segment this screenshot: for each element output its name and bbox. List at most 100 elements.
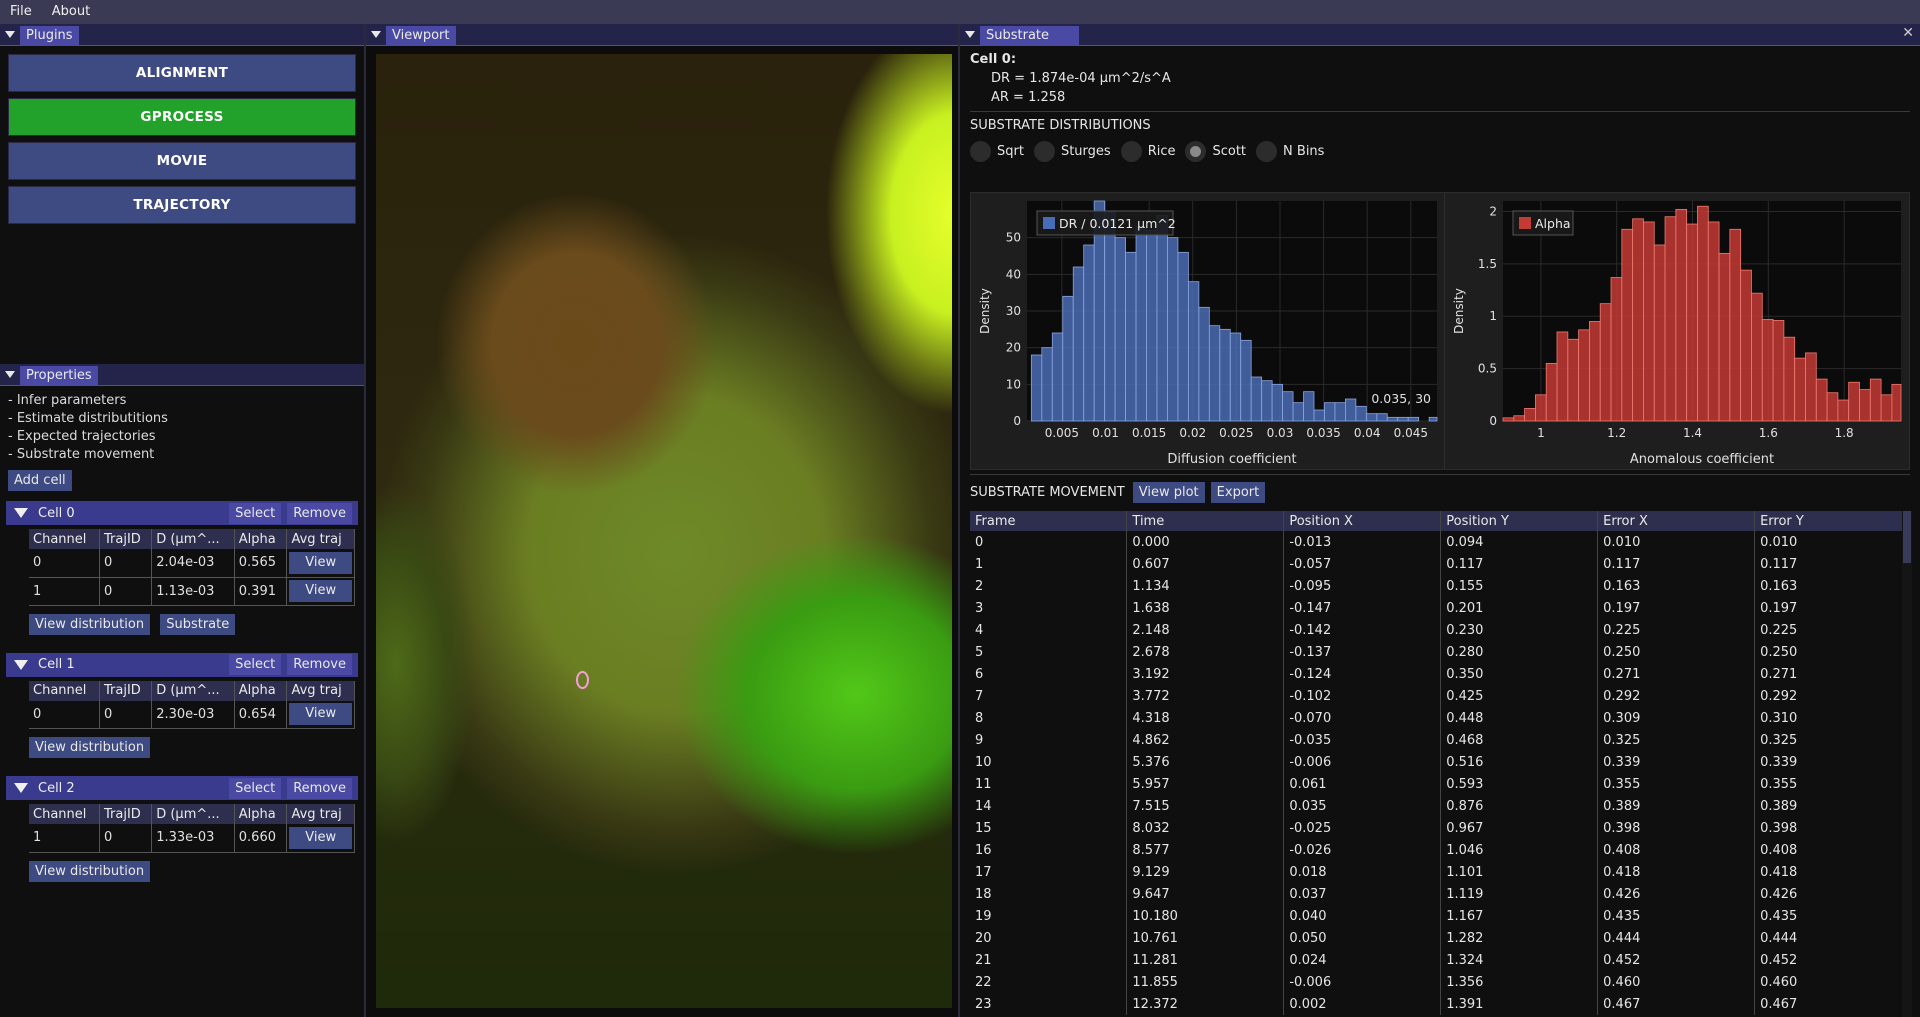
table-row[interactable]: 23 12.372 0.002 1.391 0.467 0.467 — [970, 993, 1912, 1015]
table-cell: 2.04e-03 — [151, 549, 235, 578]
table-row[interactable]: 22 11.855 -0.006 1.356 0.460 0.460 — [970, 971, 1912, 993]
substrate-title[interactable]: Substrate — [980, 25, 1080, 46]
table-cell: 10.761 — [1126, 927, 1285, 949]
table-row[interactable]: 1 0.607 -0.057 0.117 0.117 0.117 — [970, 553, 1912, 575]
close-icon[interactable]: ✕ — [1902, 25, 1914, 41]
table-row[interactable]: 4 2.148 -0.142 0.230 0.225 0.225 — [970, 619, 1912, 641]
table-row[interactable]: 2 1.134 -0.095 0.155 0.163 0.163 — [970, 575, 1912, 597]
view-button[interactable]: View — [289, 551, 352, 574]
table-row[interactable]: 19 10.180 0.040 1.167 0.435 0.435 — [970, 905, 1912, 927]
view-distribution-button[interactable]: View distribution — [29, 860, 151, 882]
scrollbar-thumb[interactable] — [1903, 511, 1911, 563]
substrate-button[interactable]: Substrate — [160, 613, 236, 635]
table-cell: 0.040 — [1283, 905, 1442, 927]
radio-dot-selected-icon[interactable] — [1185, 141, 1207, 162]
table-row: 1 0 1.13e-03 0.391 View — [29, 577, 355, 606]
add-cell-button[interactable]: Add cell — [8, 470, 72, 491]
table-cell: -0.147 — [1283, 597, 1442, 619]
col-header[interactable]: Frame — [970, 511, 1128, 531]
table-row[interactable]: 15 8.032 -0.025 0.967 0.398 0.398 — [970, 817, 1912, 839]
table-row[interactable]: 8 4.318 -0.070 0.448 0.309 0.310 — [970, 707, 1912, 729]
table-row[interactable]: 11 5.957 0.061 0.593 0.355 0.355 — [970, 773, 1912, 795]
expand-triangle-icon[interactable] — [14, 659, 28, 670]
radio-nbins[interactable]: N Bins — [1256, 141, 1324, 162]
view-distribution-button[interactable]: View distribution — [29, 613, 151, 635]
microscopy-image[interactable] — [376, 54, 952, 1008]
radio-dot-icon[interactable] — [1120, 141, 1142, 162]
radio-sturges[interactable]: Sturges — [1033, 141, 1111, 162]
col-header[interactable]: Position Y — [1440, 511, 1599, 531]
select-button[interactable]: Select — [229, 654, 282, 675]
table-row[interactable]: 0 0.000 -0.013 0.094 0.010 0.010 — [970, 531, 1912, 553]
table-row[interactable]: 9 4.862 -0.035 0.468 0.325 0.325 — [970, 729, 1912, 751]
y-tick-label: 0.5 — [1478, 362, 1497, 376]
radio-dot-icon[interactable] — [970, 141, 991, 162]
radio-dot-icon[interactable] — [1033, 141, 1055, 162]
table-cell: -0.137 — [1283, 641, 1442, 663]
table-cell: 0.426 — [1754, 883, 1912, 905]
cell-header-2[interactable]: Cell 2 Select Remove — [6, 776, 358, 800]
table-row[interactable]: 10 5.376 -0.006 0.516 0.339 0.339 — [970, 751, 1912, 773]
table-row[interactable]: 6 3.192 -0.124 0.350 0.271 0.271 — [970, 663, 1912, 685]
table-row[interactable]: 14 7.515 0.035 0.876 0.389 0.389 — [970, 795, 1912, 817]
radio-dot-icon[interactable] — [1256, 141, 1278, 162]
col-header[interactable]: Error X — [1597, 511, 1756, 531]
view-button[interactable]: View — [289, 703, 352, 726]
table-row[interactable]: 16 8.577 -0.026 1.046 0.408 0.408 — [970, 839, 1912, 861]
expand-triangle-icon[interactable] — [14, 508, 28, 518]
table-row[interactable]: 7 3.772 -0.102 0.425 0.292 0.292 — [970, 685, 1912, 707]
plugins-title[interactable]: Plugins — [20, 25, 79, 46]
radio-sqrt[interactable]: Sqrt — [970, 141, 1024, 162]
alignment-button[interactable]: ALIGNMENT — [8, 54, 356, 92]
collapse-arrow-icon[interactable] — [965, 31, 975, 38]
col-header: Avg traj — [286, 529, 355, 549]
alpha-histogram-panel[interactable]: 1 1.2 1.4 1.6 1.8 0 0.5 1 1.5 2 Anomalous coeffici… — [1444, 192, 1910, 470]
expand-triangle-icon[interactable] — [14, 783, 28, 793]
table-row[interactable]: 5 2.678 -0.137 0.280 0.250 0.250 — [970, 641, 1912, 663]
view-button[interactable]: View — [289, 826, 352, 849]
table-row[interactable]: 18 9.647 0.037 1.119 0.426 0.426 — [970, 883, 1912, 905]
dr-histogram-panel[interactable]: 0.005 0.01 0.015 0.02 0.025 0.03 0.035 0.04 0.04… — [970, 192, 1446, 470]
collapse-arrow-icon[interactable] — [5, 31, 15, 38]
remove-button[interactable]: Remove — [287, 777, 352, 799]
radio-scott[interactable]: Scott — [1185, 141, 1246, 162]
view-button[interactable]: View — [289, 580, 352, 602]
cell-header-1[interactable]: Cell 1 Select Remove — [6, 652, 358, 677]
menu-file[interactable]: File — [0, 0, 42, 24]
properties-title[interactable]: Properties — [20, 365, 98, 386]
col-header[interactable]: Position X — [1283, 511, 1442, 531]
table-row[interactable]: 3 1.638 -0.147 0.201 0.197 0.197 — [970, 597, 1912, 619]
view-distribution-button[interactable]: View distribution — [29, 737, 151, 758]
table-cell: -0.006 — [1283, 971, 1442, 993]
remove-button[interactable]: Remove — [287, 654, 352, 675]
collapse-arrow-icon[interactable] — [371, 31, 381, 38]
cell-header-0[interactable]: Cell 0 Select Remove — [6, 501, 358, 525]
radio-rice[interactable]: Rice — [1120, 141, 1175, 162]
select-button[interactable]: Select — [229, 502, 282, 524]
gprocess-button[interactable]: GPROCESS — [8, 98, 356, 136]
alpha-histogram[interactable]: 1 1.2 1.4 1.6 1.8 0 0.5 1 1.5 2 Anomalous coeffici… — [1445, 193, 1911, 471]
col-header[interactable]: Time — [1126, 511, 1285, 531]
col-header[interactable]: Error Y — [1754, 511, 1912, 531]
menu-about[interactable]: About — [42, 0, 100, 24]
export-button[interactable]: Export — [1210, 482, 1266, 503]
histogram-bar — [1177, 251, 1189, 422]
scrollbar[interactable] — [1902, 511, 1912, 1017]
viewport-title[interactable]: Viewport — [386, 25, 456, 46]
table-row[interactable]: 20 10.761 0.050 1.282 0.444 0.444 — [970, 927, 1912, 949]
histogram-bar — [1208, 325, 1221, 422]
histogram-bar — [1250, 376, 1263, 422]
collapse-arrow-icon[interactable] — [5, 371, 15, 378]
movement-table[interactable]: Frame Time Position X Position Y Error X Erro… — [970, 511, 1912, 1017]
select-button[interactable]: Select — [229, 777, 282, 799]
view-plot-button[interactable]: View plot — [1132, 482, 1205, 503]
col-header: Channel — [29, 529, 101, 549]
movie-button[interactable]: MOVIE — [8, 142, 356, 180]
table-row[interactable]: 21 11.281 0.024 1.324 0.452 0.452 — [970, 949, 1912, 971]
plugins-titlebar: Plugins — [0, 24, 364, 46]
trajectory-button[interactable]: TRAJECTORY — [8, 186, 356, 224]
table-row[interactable]: 17 9.129 0.018 1.101 0.418 0.418 — [970, 861, 1912, 883]
remove-button[interactable]: Remove — [287, 502, 352, 524]
dr-histogram[interactable]: 0.005 0.01 0.015 0.02 0.025 0.03 0.035 0.04 0.04… — [971, 193, 1447, 471]
histogram-bar — [1135, 226, 1147, 422]
